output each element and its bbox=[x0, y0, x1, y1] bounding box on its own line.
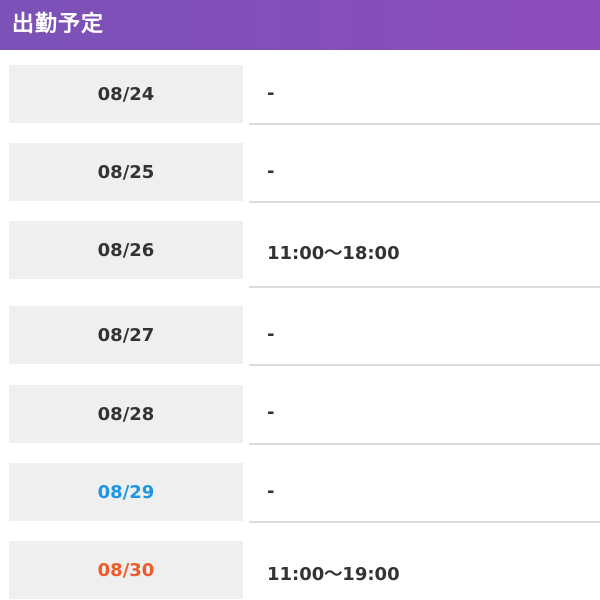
date-cell: 08/29 bbox=[9, 463, 243, 521]
schedule-header: 出勤予定 bbox=[0, 0, 600, 50]
time-text: - bbox=[267, 161, 275, 182]
date-cell: 08/27 bbox=[9, 306, 243, 364]
time-text: - bbox=[267, 402, 275, 423]
date-cell: 08/28 bbox=[9, 385, 243, 443]
date-cell: 08/30 bbox=[9, 541, 243, 599]
time-text: - bbox=[267, 83, 275, 104]
time-text: 11:00〜18:00 bbox=[267, 243, 400, 264]
time-cell: - bbox=[249, 65, 600, 125]
date-cell: 08/26 bbox=[9, 221, 243, 279]
date-cell: 08/24 bbox=[9, 65, 243, 123]
time-cell: - bbox=[249, 143, 600, 203]
time-text: - bbox=[267, 324, 275, 345]
date-cell: 08/25 bbox=[9, 143, 243, 201]
time-text: - bbox=[267, 481, 275, 502]
time-cell: - bbox=[249, 463, 600, 523]
header-title: 出勤予定 bbox=[12, 12, 105, 37]
time-text: 11:00〜19:00 bbox=[267, 564, 400, 585]
time-cell: - bbox=[249, 385, 600, 445]
time-cell: 11:00〜19:00 bbox=[249, 541, 600, 600]
time-cell: - bbox=[249, 306, 600, 366]
time-cell: 11:00〜18:00 bbox=[249, 221, 600, 288]
